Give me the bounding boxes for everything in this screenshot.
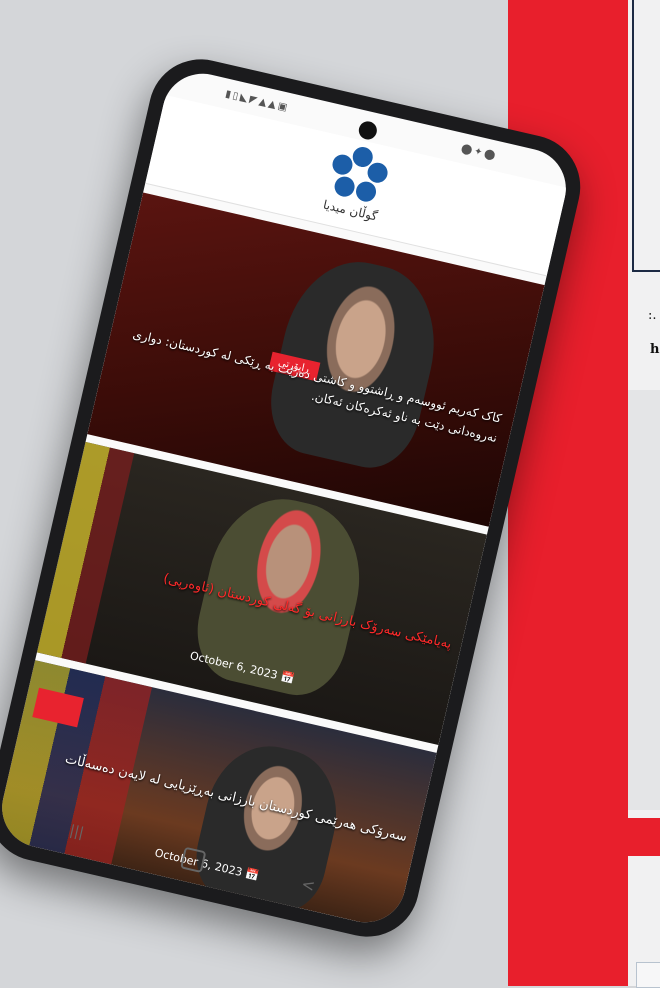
right-panel-text: :. [648,308,657,323]
right-panel-text-bold: h [650,342,660,357]
status-icons-right: ⬤✦⬤ [459,143,499,163]
calendar-icon: 📅 [279,670,296,686]
camera-icon [357,119,379,142]
bottom-tile [636,962,660,988]
flower-logo-icon[interactable] [324,140,395,206]
calendar-icon: 📅 [244,867,261,883]
red-strip [585,818,660,856]
gray-panel [628,390,660,810]
framed-box [632,0,660,272]
